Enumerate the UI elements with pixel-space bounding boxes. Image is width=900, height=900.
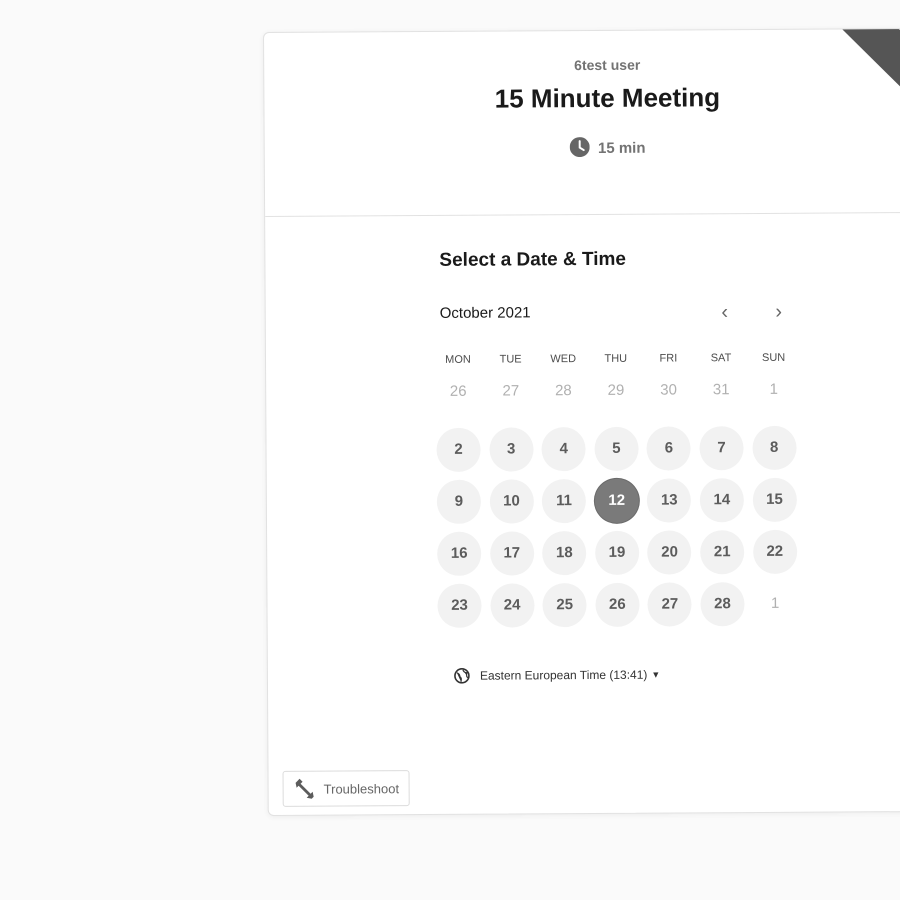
calendar-day[interactable]: 15 bbox=[752, 477, 797, 523]
event-owner: 6test user bbox=[574, 56, 641, 74]
booking-card: 6test user 15 Minute Meeting 15 min Sele… bbox=[263, 27, 900, 816]
calendar-day[interactable]: 24 bbox=[489, 583, 535, 628]
weekday-label: WED bbox=[550, 353, 577, 366]
calendar-day: 30 bbox=[660, 381, 677, 399]
weekday-header: MON TUE WED THU FRI SAT SUN bbox=[432, 352, 802, 370]
timezone-selector[interactable]: Eastern European Time (13:41) ▼ bbox=[454, 667, 660, 684]
calendar-day[interactable]: 7 bbox=[699, 426, 744, 471]
event-duration: 15 min bbox=[265, 135, 900, 159]
calendar-day[interactable]: 28 bbox=[700, 582, 745, 627]
clock-icon bbox=[569, 137, 590, 158]
calendar-day[interactable]: 11 bbox=[541, 479, 587, 524]
troubleshoot-label: Troubleshoot bbox=[323, 780, 400, 797]
calendar-day[interactable]: 25 bbox=[542, 583, 587, 628]
weekday-label: SUN bbox=[761, 351, 786, 364]
calendar-grid: 26 27 28 29 30 31 1 2 3 4 5 6 7 8 9 10 11 12 13 14 15 16 17 18 1… bbox=[432, 372, 804, 694]
next-month-button[interactable]: › bbox=[764, 298, 794, 328]
calendar-day[interactable]: 16 bbox=[437, 531, 482, 576]
weekday-label: THU bbox=[604, 352, 628, 365]
calendar-day-selected[interactable]: 12 bbox=[594, 478, 639, 523]
month-label: October 2021 bbox=[439, 304, 531, 322]
globe-icon bbox=[454, 667, 470, 684]
calendar-day[interactable]: 19 bbox=[594, 530, 640, 575]
weekday-label: MON bbox=[445, 353, 471, 366]
calendar-day: 1 bbox=[770, 594, 780, 612]
calendar-day: 1 bbox=[769, 380, 779, 398]
calendar-day[interactable]: 17 bbox=[489, 531, 534, 576]
calendar-day: 28 bbox=[554, 382, 572, 400]
calendar-day[interactable]: 4 bbox=[541, 427, 586, 472]
event-header: 6test user 15 Minute Meeting 15 min bbox=[264, 28, 900, 217]
calendar-day[interactable]: 2 bbox=[436, 427, 481, 472]
calendar-day[interactable]: 22 bbox=[752, 529, 797, 575]
calendar-day: 31 bbox=[712, 381, 730, 399]
calendar-day[interactable]: 8 bbox=[752, 425, 797, 471]
duration-label: 15 min bbox=[597, 139, 646, 157]
calendar-day[interactable]: 21 bbox=[700, 530, 745, 575]
weekday-label: TUE bbox=[499, 353, 522, 366]
calendar-day: 29 bbox=[607, 381, 625, 399]
calendar-day: 26 bbox=[449, 382, 467, 400]
date-picker-section: Select a Date & Time October 2021 ‹ › MO… bbox=[265, 213, 900, 815]
calendar-day[interactable]: 27 bbox=[647, 582, 693, 627]
event-title: 15 Minute Meeting bbox=[494, 82, 721, 114]
timezone-label: Eastern European Time (13:41) bbox=[479, 667, 648, 683]
calendar-day[interactable]: 26 bbox=[595, 582, 640, 627]
caret-down-icon: ▼ bbox=[651, 669, 661, 680]
calendar-day[interactable]: 20 bbox=[647, 530, 692, 575]
weekday-label: SAT bbox=[710, 352, 732, 365]
troubleshoot-button[interactable]: Troubleshoot bbox=[282, 770, 411, 807]
calendar-day[interactable]: 3 bbox=[489, 427, 534, 472]
calendar-day[interactable]: 5 bbox=[594, 426, 639, 471]
calendar-day[interactable]: 18 bbox=[542, 531, 587, 576]
wrench-icon bbox=[295, 778, 314, 799]
previous-month-button[interactable]: ‹ bbox=[710, 298, 740, 328]
calendar-day[interactable]: 23 bbox=[437, 583, 482, 628]
calendar-day[interactable]: 9 bbox=[436, 479, 482, 524]
calendar-day[interactable]: 13 bbox=[647, 478, 692, 523]
weekday-label: FRI bbox=[659, 352, 678, 365]
select-date-heading: Select a Date & Time bbox=[439, 248, 627, 271]
calendar-day[interactable]: 6 bbox=[646, 426, 692, 471]
calendar-day[interactable]: 14 bbox=[699, 478, 745, 523]
calendar-day[interactable]: 10 bbox=[489, 479, 534, 524]
calendar-day: 27 bbox=[502, 382, 520, 400]
